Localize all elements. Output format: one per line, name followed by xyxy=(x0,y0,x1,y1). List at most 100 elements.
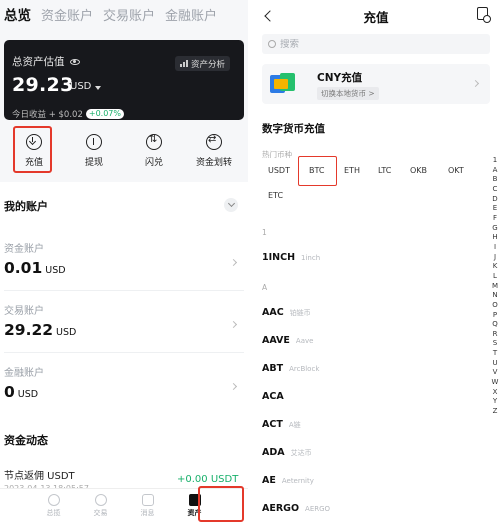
chevron-right-icon[interactable] xyxy=(229,382,238,391)
tab-funding-account[interactable]: 资金账户 xyxy=(41,5,93,24)
alphabet-index-letter[interactable]: T xyxy=(493,349,497,359)
alphabet-index-letter[interactable]: Y xyxy=(493,397,497,407)
alphabet-index[interactable]: 1ABCDEFGHIJKLMNOPQRSTUVWXYZ xyxy=(490,156,500,417)
today-earnings-label: 今日收益 + $0.02 xyxy=(12,110,83,120)
history-icon[interactable] xyxy=(477,7,491,23)
nav-message[interactable]: 消息 xyxy=(133,489,163,518)
coin-item[interactable]: AAC 铂链币 xyxy=(262,307,311,318)
hot-coin-eth[interactable]: ETH xyxy=(344,163,360,179)
account-value-row: 0.01 USD xyxy=(4,259,66,277)
alphabet-index-letter[interactable]: 1 xyxy=(493,156,497,166)
transfer-icon xyxy=(206,134,222,150)
hot-coin-okt[interactable]: OKT xyxy=(448,163,464,179)
alphabet-index-letter[interactable]: I xyxy=(494,243,496,253)
coin-item[interactable]: AE Aeternity xyxy=(262,475,314,486)
coin-item[interactable]: AAVE Aave xyxy=(262,335,313,346)
alphabet-index-letter[interactable]: W xyxy=(492,378,499,388)
coin-item[interactable]: ABT ArcBlock xyxy=(262,363,319,374)
coin-fullname: 艾达币 xyxy=(290,449,312,457)
tab-trading-account[interactable]: 交易账户 xyxy=(103,5,155,24)
fund-activity-item-name[interactable]: 节点返佣 USDT xyxy=(4,467,75,482)
chevron-right-icon[interactable] xyxy=(229,258,238,267)
finance-account-row[interactable]: 金融账户 0 USD xyxy=(4,364,44,401)
coin-item[interactable]: ACA xyxy=(262,391,290,402)
nav-overview[interactable]: 总揽 xyxy=(39,489,69,518)
group-letter: A xyxy=(262,283,268,292)
alphabet-index-letter[interactable]: R xyxy=(493,330,498,340)
currency-selector[interactable]: USD xyxy=(70,81,91,92)
account-name: 金融账户 xyxy=(4,368,44,379)
total-assets-label: 总资产估值 xyxy=(12,56,65,68)
switch-local-currency-link[interactable]: 切换本地货币 > xyxy=(317,87,379,100)
alphabet-index-letter[interactable]: C xyxy=(493,185,498,195)
coin-item[interactable]: 1INCH 1inch xyxy=(262,252,320,263)
search-input[interactable] xyxy=(280,38,460,50)
account-value: 0 xyxy=(4,383,15,401)
hot-coin-okb[interactable]: OKB xyxy=(410,163,427,179)
coin-fullname: A链 xyxy=(288,421,301,429)
alphabet-index-letter[interactable]: G xyxy=(492,224,497,234)
alphabet-index-letter[interactable]: L xyxy=(493,272,497,282)
swap-icon xyxy=(146,134,162,150)
funding-account-row[interactable]: 资金账户 0.01 USD xyxy=(4,240,66,277)
alphabet-index-letter[interactable]: O xyxy=(492,301,498,311)
chevron-right-icon[interactable] xyxy=(229,320,238,329)
total-assets-label-row: 总资产估值 xyxy=(12,54,80,69)
alphabet-index-letter[interactable]: P xyxy=(493,311,497,321)
crypto-deposit-title: 数字货币充值 xyxy=(262,123,325,135)
chevron-down-icon[interactable] xyxy=(95,86,101,90)
withdraw-button[interactable]: 提现 xyxy=(72,126,116,176)
alphabet-index-letter[interactable]: J xyxy=(494,253,496,263)
deposit-screen: 充值 CNY充值 切换本地货币 > 数字货币充值 热门币种 USDT B T C E… xyxy=(252,0,500,522)
my-accounts-title: 我的账户 xyxy=(4,200,48,213)
eye-icon[interactable] xyxy=(69,58,80,65)
collapse-icon[interactable] xyxy=(224,198,238,212)
alphabet-index-letter[interactable]: E xyxy=(493,204,497,214)
alphabet-index-letter[interactable]: U xyxy=(492,359,497,369)
alphabet-index-letter[interactable]: Z xyxy=(493,407,498,417)
alphabet-index-letter[interactable]: V xyxy=(493,368,498,378)
tab-overview[interactable]: 总览 xyxy=(4,4,31,24)
transfer-label: 资金划转 xyxy=(195,158,232,168)
nav-label: 交易 xyxy=(93,509,108,517)
cny-payment-icon xyxy=(270,73,296,95)
nav-label: 总揽 xyxy=(46,509,61,517)
assets-screen: 总览 资金账户 交易账户 金融账户 总资产估值 29.23 USD 资产分析 今… xyxy=(0,0,248,522)
page-title: 充值 xyxy=(363,10,389,25)
message-icon xyxy=(141,494,154,506)
coin-item[interactable]: ADA 艾达币 xyxy=(262,447,312,458)
hot-coin-ltc[interactable]: LTC xyxy=(378,163,391,179)
alphabet-index-letter[interactable]: M xyxy=(492,282,498,292)
nav-trade[interactable]: 交易 xyxy=(86,489,116,518)
hot-coin-usdt[interactable]: USDT xyxy=(268,163,290,179)
transfer-button[interactable]: 资金划转 xyxy=(192,126,236,176)
swap-button[interactable]: 闪兑 xyxy=(132,126,176,176)
alphabet-index-letter[interactable]: K xyxy=(493,262,498,272)
alphabet-index-letter[interactable]: F xyxy=(493,214,497,224)
alphabet-index-letter[interactable]: N xyxy=(492,291,497,301)
total-assets-card: 总资产估值 29.23 USD 资产分析 今日收益 + $0.02 +0.07% xyxy=(4,40,244,120)
coin-item[interactable]: ACT A链 xyxy=(262,419,301,430)
hot-coin-etc[interactable]: ETC xyxy=(268,188,283,204)
trading-account-row[interactable]: 交易账户 29.22 USD xyxy=(4,302,76,339)
coin-fullname: AERGO xyxy=(305,505,331,513)
alphabet-index-letter[interactable]: X xyxy=(493,388,498,398)
coin-symbol: ACA xyxy=(262,391,284,402)
alphabet-index-letter[interactable]: D xyxy=(492,195,497,205)
divider xyxy=(4,290,244,291)
cny-deposit-title: CNY充值 xyxy=(317,72,363,84)
asset-analysis-button[interactable]: 资产分析 xyxy=(174,56,230,71)
search-bar[interactable] xyxy=(262,34,490,54)
coin-symbol: AE xyxy=(262,475,276,486)
coin-symbol: ACT xyxy=(262,419,283,430)
coin-item[interactable]: AERGO AERGO xyxy=(262,503,330,514)
alphabet-index-letter[interactable]: A xyxy=(493,166,498,176)
alphabet-index-letter[interactable]: Q xyxy=(492,320,498,330)
cny-deposit-card[interactable]: CNY充值 切换本地货币 > xyxy=(262,64,490,104)
tab-finance-account[interactable]: 金融账户 xyxy=(165,5,217,24)
today-earnings: 今日收益 + $0.02 +0.07% xyxy=(12,108,124,120)
alphabet-index-letter[interactable]: H xyxy=(492,233,497,243)
coin-fullname: Aeternity xyxy=(281,477,314,485)
alphabet-index-letter[interactable]: B xyxy=(493,175,498,185)
alphabet-index-letter[interactable]: S xyxy=(493,339,497,349)
